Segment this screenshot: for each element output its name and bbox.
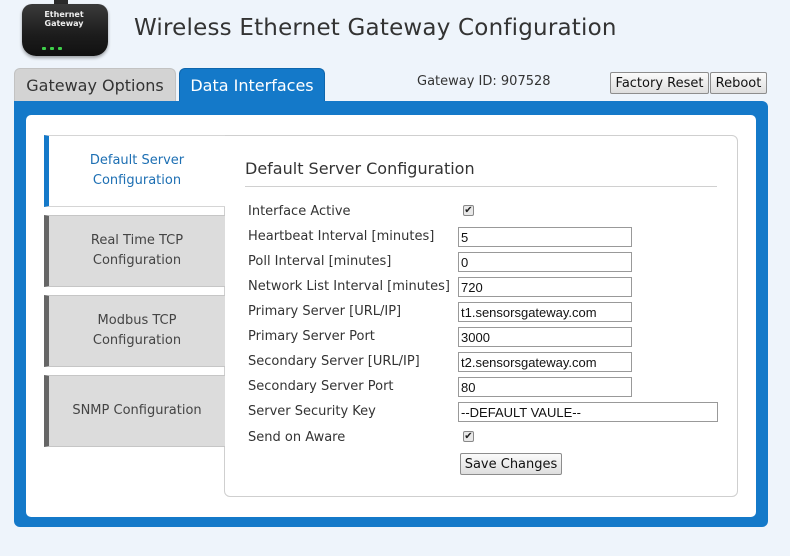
divider	[245, 186, 717, 187]
primary-server-label: Primary Server [URL/IP]	[248, 304, 402, 319]
gateway-device-logo: Ethernet Gateway	[18, 0, 112, 58]
tab-data-interfaces[interactable]: Data Interfaces	[179, 68, 325, 102]
primary-server-port-label: Primary Server Port	[248, 329, 375, 344]
sidebar-item-snmp[interactable]: SNMP Configuration	[44, 375, 225, 447]
page-title: Wireless Ethernet Gateway Configuration	[134, 15, 617, 41]
sidebar-item-label: Default Server Configuration	[89, 153, 185, 188]
primary-server-input[interactable]	[458, 302, 632, 322]
network-list-interval-label: Network List Interval [minutes]	[248, 279, 450, 294]
sidebar-item-modbus-tcp[interactable]: Modbus TCP Configuration	[44, 295, 225, 367]
panel-title: Default Server Configuration	[245, 159, 475, 178]
sidebar-item-default-server[interactable]: Default Server Configuration	[44, 135, 225, 207]
checkmark-icon: ✔	[464, 431, 473, 442]
server-security-key-input[interactable]	[458, 402, 718, 422]
server-security-key-label: Server Security Key	[248, 404, 376, 419]
tab-gateway-options[interactable]: Gateway Options	[14, 68, 176, 102]
save-changes-button[interactable]: Save Changes	[460, 453, 562, 475]
gateway-id-label: Gateway ID: 907528	[417, 74, 551, 89]
secondary-server-label: Secondary Server [URL/IP]	[248, 354, 420, 369]
sidebar-item-label: SNMP Configuration	[72, 403, 202, 418]
interface-active-label: Interface Active	[248, 204, 351, 219]
primary-server-port-input[interactable]	[458, 327, 632, 347]
sidebar-item-label: Real Time TCP Configuration	[90, 233, 184, 268]
poll-interval-input[interactable]	[458, 252, 632, 272]
checkmark-icon: ✔	[464, 205, 473, 216]
sidebar-item-real-time-tcp[interactable]: Real Time TCP Configuration	[44, 215, 225, 287]
reboot-button[interactable]: Reboot	[710, 72, 767, 94]
network-list-interval-input[interactable]	[458, 277, 632, 297]
heartbeat-interval-label: Heartbeat Interval [minutes]	[248, 229, 435, 244]
heartbeat-interval-input[interactable]	[458, 227, 632, 247]
interface-active-checkbox[interactable]: ✔	[463, 205, 474, 216]
sidebar-item-label: Modbus TCP Configuration	[92, 313, 182, 348]
secondary-server-port-label: Secondary Server Port	[248, 379, 394, 394]
factory-reset-button[interactable]: Factory Reset	[610, 72, 709, 94]
secondary-server-port-input[interactable]	[458, 377, 632, 397]
send-on-aware-checkbox[interactable]: ✔	[463, 431, 474, 442]
secondary-server-input[interactable]	[458, 352, 632, 372]
logo-text: Ethernet Gateway	[44, 10, 84, 28]
send-on-aware-label: Send on Aware	[248, 430, 346, 445]
poll-interval-label: Poll Interval [minutes]	[248, 254, 392, 269]
